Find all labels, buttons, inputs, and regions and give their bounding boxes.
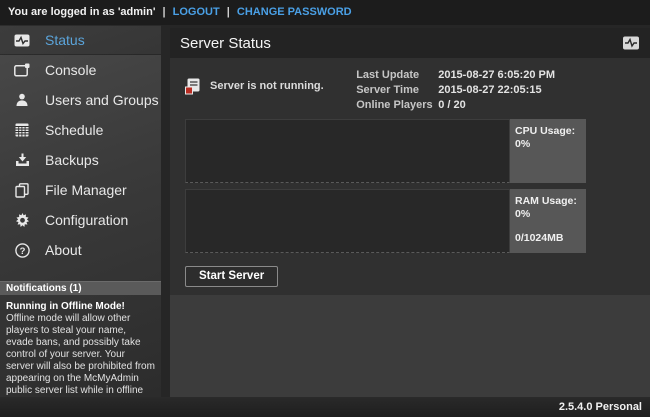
- gear-icon: [13, 211, 31, 229]
- cpu-usage-graph: [185, 119, 510, 183]
- sidebar-item-label: Status: [45, 32, 85, 48]
- console-icon: [13, 61, 31, 79]
- notification-item: Running in Offline Mode! Offline mode wi…: [0, 295, 161, 397]
- server-status-message: Server is not running.: [185, 76, 324, 96]
- separator: |: [163, 6, 166, 18]
- info-value: 0 / 20: [438, 98, 466, 113]
- logout-link[interactable]: LOGOUT: [173, 6, 220, 18]
- file-manager-icon: [13, 181, 31, 199]
- info-value: 2015-08-27 22:05:15: [438, 83, 541, 98]
- sidebar-item-status[interactable]: Status: [0, 25, 161, 55]
- panel-body: Server is not running. Last Update 2015-…: [170, 58, 650, 295]
- question-icon: ?: [13, 241, 31, 259]
- sidebar-item-backups[interactable]: Backups: [0, 145, 161, 175]
- panel-header: Server Status: [170, 28, 650, 58]
- main-background: [170, 295, 650, 397]
- info-row-online-players: Online Players 0 / 20: [356, 98, 555, 113]
- status-graph-icon[interactable]: [622, 36, 640, 50]
- cpu-usage-infobox: CPU Usage: 0%: [510, 119, 586, 183]
- main-area: Server Status Server is not running. Las…: [161, 25, 650, 397]
- info-value: 2015-08-27 6:05:20 PM: [438, 68, 555, 83]
- schedule-icon: [13, 121, 31, 139]
- users-icon: [13, 91, 31, 109]
- info-row-server-time: Server Time 2015-08-27 22:05:15: [356, 83, 555, 98]
- start-server-button[interactable]: Start Server: [185, 266, 278, 287]
- cpu-usage-label: CPU Usage:: [515, 125, 581, 138]
- info-label: Online Players: [356, 98, 438, 113]
- backups-icon: [13, 151, 31, 169]
- server-info-table: Last Update 2015-08-27 6:05:20 PM Server…: [356, 68, 555, 113]
- cpu-usage-value: 0%: [515, 138, 581, 151]
- ram-usage-label: RAM Usage:: [515, 195, 581, 208]
- ram-usage-infobox: RAM Usage: 0% 0/1024MB: [510, 189, 586, 253]
- separator: |: [227, 6, 230, 18]
- ram-usage-value: 0%: [515, 208, 581, 221]
- server-status-text: Server is not running.: [210, 80, 324, 92]
- change-password-link[interactable]: CHANGE PASSWORD: [237, 6, 352, 18]
- sidebar-item-label: Users and Groups: [45, 92, 159, 108]
- info-label: Server Time: [356, 83, 438, 98]
- sidebar-item-label: About: [45, 242, 82, 258]
- topbar: You are logged in as 'admin' | LOGOUT | …: [0, 0, 650, 25]
- page-title: Server Status: [180, 35, 622, 52]
- cpu-usage-block: CPU Usage: 0%: [185, 119, 586, 183]
- sidebar-item-label: Schedule: [45, 122, 103, 138]
- ram-usage-graph: [185, 189, 510, 253]
- version-text: 2.5.4.0 Personal: [559, 401, 642, 413]
- ram-usage-block: RAM Usage: 0% 0/1024MB: [185, 189, 586, 253]
- sidebar-item-label: File Manager: [45, 182, 127, 198]
- logged-in-text: You are logged in as 'admin': [8, 6, 155, 18]
- sidebar: Status Console Users and Groups Schedule…: [0, 25, 161, 397]
- info-row-last-update: Last Update 2015-08-27 6:05:20 PM: [356, 68, 555, 83]
- sidebar-item-schedule[interactable]: Schedule: [0, 115, 161, 145]
- server-status-panel: Server Status Server is not running. Las…: [170, 28, 650, 295]
- sidebar-item-file-manager[interactable]: File Manager: [0, 175, 161, 205]
- sidebar-item-configuration[interactable]: Configuration: [0, 205, 161, 235]
- notification-title: Running in Offline Mode!: [6, 301, 155, 313]
- svg-text:?: ?: [19, 245, 25, 256]
- ram-usage-detail: 0/1024MB: [515, 232, 581, 245]
- sidebar-item-label: Console: [45, 62, 96, 78]
- notifications-header: Notifications (1): [0, 281, 161, 295]
- info-label: Last Update: [356, 68, 438, 83]
- sidebar-item-console[interactable]: Console: [0, 55, 161, 85]
- status-icon: [13, 31, 31, 49]
- footer: 2.5.4.0 Personal: [0, 397, 650, 417]
- server-stopped-icon: [185, 78, 200, 95]
- notification-text: Offline mode will allow other players to…: [6, 313, 155, 397]
- sidebar-item-about[interactable]: ? About: [0, 235, 161, 265]
- sidebar-item-label: Backups: [45, 152, 99, 168]
- sidebar-item-users-and-groups[interactable]: Users and Groups: [0, 85, 161, 115]
- sidebar-item-label: Configuration: [45, 212, 128, 228]
